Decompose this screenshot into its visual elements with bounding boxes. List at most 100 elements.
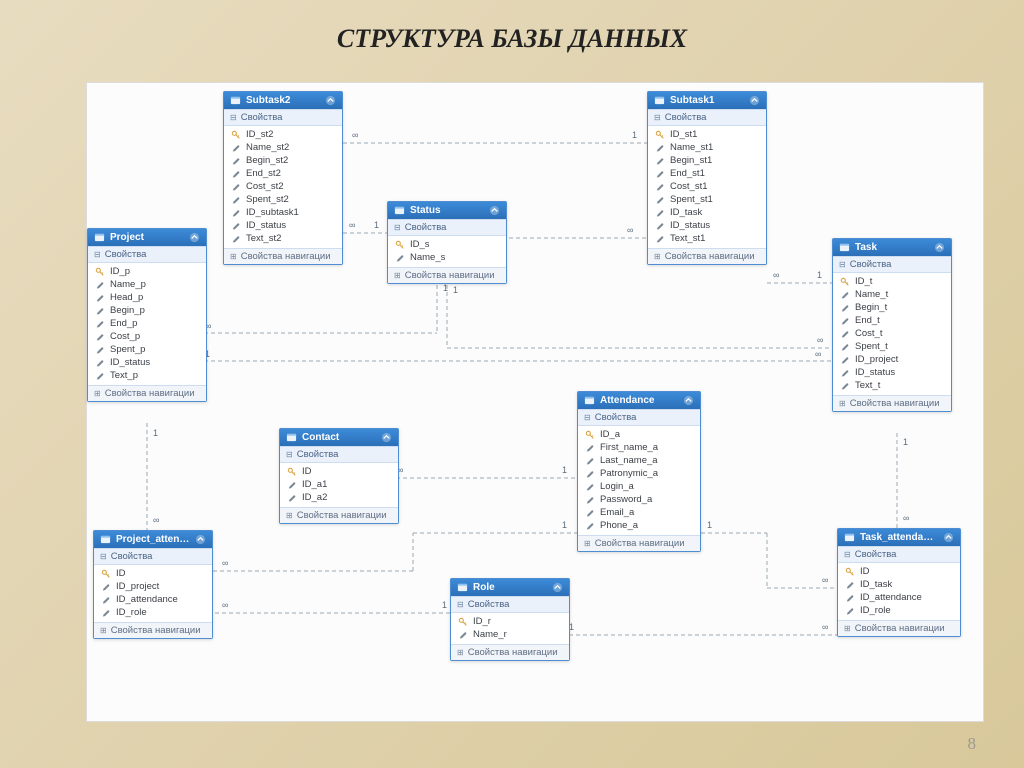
chevron-up-icon[interactable] xyxy=(189,232,200,243)
field-row[interactable]: Spent_st1 xyxy=(648,193,766,206)
section-properties[interactable]: ⊟Свойства xyxy=(388,219,506,236)
chevron-up-icon[interactable] xyxy=(934,242,945,253)
field-row[interactable]: Spent_t xyxy=(833,340,951,353)
field-row[interactable]: ID_subtask1 xyxy=(224,206,342,219)
entity-project-atten[interactable]: Project_atten… ⊟Свойства IDID_projectID_… xyxy=(93,530,213,639)
field-row[interactable]: ID_t xyxy=(833,275,951,288)
field-row[interactable]: Cost_st2 xyxy=(224,180,342,193)
field-row[interactable]: ID_status xyxy=(224,219,342,232)
entity-header[interactable]: Project xyxy=(88,229,206,246)
entity-header[interactable]: Contact xyxy=(280,429,398,446)
chevron-up-icon[interactable] xyxy=(489,205,500,216)
field-row[interactable]: End_st1 xyxy=(648,167,766,180)
field-row[interactable]: End_p xyxy=(88,317,206,330)
section-properties[interactable]: ⊟Свойства xyxy=(451,596,569,613)
entity-subtask1[interactable]: Subtask1 ⊟Свойства ID_st1Name_st1Begin_s… xyxy=(647,91,767,265)
section-navigation[interactable]: ⊞Свойства навигации xyxy=(833,395,951,411)
entity-header[interactable]: Role xyxy=(451,579,569,596)
section-properties[interactable]: ⊟Свойства xyxy=(280,446,398,463)
section-navigation[interactable]: ⊞Свойства навигации xyxy=(451,644,569,660)
chevron-up-icon[interactable] xyxy=(943,532,954,543)
field-row[interactable]: Email_a xyxy=(578,506,700,519)
field-row[interactable]: ID_role xyxy=(838,604,960,617)
entity-task-attendan[interactable]: Task_attendan… ⊟Свойства IDID_taskID_att… xyxy=(837,528,961,637)
chevron-up-icon[interactable] xyxy=(683,395,694,406)
section-properties[interactable]: ⊟Свойства xyxy=(648,109,766,126)
field-row[interactable]: ID_attendance xyxy=(838,591,960,604)
entity-header[interactable]: Task_attendan… xyxy=(838,529,960,546)
entity-header[interactable]: Attendance xyxy=(578,392,700,409)
field-row[interactable]: Name_p xyxy=(88,278,206,291)
section-navigation[interactable]: ⊞Свойства навигации xyxy=(388,267,506,283)
entity-project[interactable]: Project ⊟Свойства ID_pName_pHead_pBegin_… xyxy=(87,228,207,402)
field-row[interactable]: ID_project xyxy=(94,580,212,593)
section-navigation[interactable]: ⊞Свойства навигации xyxy=(280,507,398,523)
section-properties[interactable]: ⊟Свойства xyxy=(94,548,212,565)
field-row[interactable]: Text_st2 xyxy=(224,232,342,245)
field-row[interactable]: Begin_p xyxy=(88,304,206,317)
field-row[interactable]: Text_p xyxy=(88,369,206,382)
field-row[interactable]: Cost_p xyxy=(88,330,206,343)
section-navigation[interactable]: ⊞Свойства навигации xyxy=(94,622,212,638)
field-row[interactable]: Phone_a xyxy=(578,519,700,532)
chevron-up-icon[interactable] xyxy=(381,432,392,443)
section-navigation[interactable]: ⊞Свойства навигации xyxy=(88,385,206,401)
chevron-up-icon[interactable] xyxy=(325,95,336,106)
field-row[interactable]: ID_p xyxy=(88,265,206,278)
entity-role[interactable]: Role ⊟Свойства ID_rName_r ⊞Свойства нави… xyxy=(450,578,570,661)
field-row[interactable]: ID xyxy=(280,465,398,478)
field-row[interactable]: Password_a xyxy=(578,493,700,506)
field-row[interactable]: ID_a2 xyxy=(280,491,398,504)
entity-header[interactable]: Subtask2 xyxy=(224,92,342,109)
field-row[interactable]: Patronymic_a xyxy=(578,467,700,480)
field-row[interactable]: ID xyxy=(94,567,212,580)
field-row[interactable]: ID_task xyxy=(838,578,960,591)
field-row[interactable]: Cost_st1 xyxy=(648,180,766,193)
field-row[interactable]: ID_project xyxy=(833,353,951,366)
field-row[interactable]: ID_attendance xyxy=(94,593,212,606)
field-row[interactable]: ID_a1 xyxy=(280,478,398,491)
field-row[interactable]: Head_p xyxy=(88,291,206,304)
field-row[interactable]: ID_status xyxy=(88,356,206,369)
field-row[interactable]: End_st2 xyxy=(224,167,342,180)
field-row[interactable]: Last_name_a xyxy=(578,454,700,467)
entity-header[interactable]: Subtask1 xyxy=(648,92,766,109)
field-row[interactable]: ID_status xyxy=(648,219,766,232)
chevron-up-icon[interactable] xyxy=(195,534,206,545)
section-navigation[interactable]: ⊞Свойства навигации xyxy=(838,620,960,636)
field-row[interactable]: Spent_p xyxy=(88,343,206,356)
field-row[interactable]: Name_s xyxy=(388,251,506,264)
field-row[interactable]: Begin_st1 xyxy=(648,154,766,167)
field-row[interactable]: Name_t xyxy=(833,288,951,301)
field-row[interactable]: Begin_t xyxy=(833,301,951,314)
entity-status[interactable]: Status ⊟Свойства ID_sName_s ⊞Свойства на… xyxy=(387,201,507,284)
entity-task[interactable]: Task ⊟Свойства ID_tName_tBegin_tEnd_tCos… xyxy=(832,238,952,412)
section-properties[interactable]: ⊟Свойства xyxy=(833,256,951,273)
field-row[interactable]: Spent_st2 xyxy=(224,193,342,206)
entity-subtask2[interactable]: Subtask2 ⊟Свойства ID_st2Name_st2Begin_s… xyxy=(223,91,343,265)
field-row[interactable]: ID_task xyxy=(648,206,766,219)
field-row[interactable]: ID xyxy=(838,565,960,578)
field-row[interactable]: End_t xyxy=(833,314,951,327)
chevron-up-icon[interactable] xyxy=(749,95,760,106)
field-row[interactable]: First_name_a xyxy=(578,441,700,454)
field-row[interactable]: ID_st2 xyxy=(224,128,342,141)
field-row[interactable]: ID_st1 xyxy=(648,128,766,141)
field-row[interactable]: ID_a xyxy=(578,428,700,441)
section-properties[interactable]: ⊟Свойства xyxy=(88,246,206,263)
field-row[interactable]: Text_st1 xyxy=(648,232,766,245)
chevron-up-icon[interactable] xyxy=(552,582,563,593)
field-row[interactable]: Name_r xyxy=(451,628,569,641)
field-row[interactable]: Begin_st2 xyxy=(224,154,342,167)
field-row[interactable]: Text_t xyxy=(833,379,951,392)
field-row[interactable]: ID_r xyxy=(451,615,569,628)
entity-header[interactable]: Project_atten… xyxy=(94,531,212,548)
section-properties[interactable]: ⊟Свойства xyxy=(224,109,342,126)
section-navigation[interactable]: ⊞Свойства навигации xyxy=(648,248,766,264)
field-row[interactable]: ID_role xyxy=(94,606,212,619)
section-navigation[interactable]: ⊞Свойства навигации xyxy=(578,535,700,551)
entity-attendance[interactable]: Attendance ⊟Свойства ID_aFirst_name_aLas… xyxy=(577,391,701,552)
field-row[interactable]: Name_st1 xyxy=(648,141,766,154)
entity-header[interactable]: Status xyxy=(388,202,506,219)
field-row[interactable]: ID_s xyxy=(388,238,506,251)
